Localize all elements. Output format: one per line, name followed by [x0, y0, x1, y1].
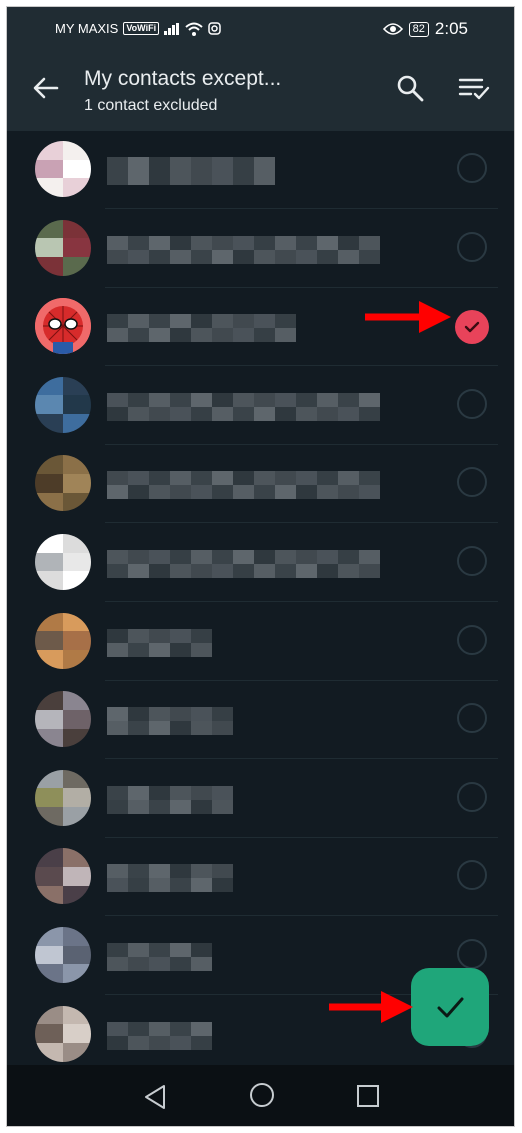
contact-name-pixelated	[107, 471, 380, 500]
select-all-icon[interactable]	[457, 73, 491, 103]
contact-avatar	[35, 612, 91, 669]
contact-row[interactable]	[7, 603, 514, 681]
battery-indicator: 82	[408, 21, 429, 37]
contact-checkbox[interactable]	[457, 153, 487, 183]
contact-avatar	[35, 1005, 91, 1062]
contact-checkbox[interactable]	[457, 860, 487, 891]
confirm-fab[interactable]	[411, 968, 489, 1046]
status-right: 82 2:05	[382, 19, 468, 39]
contact-checkbox[interactable]	[457, 231, 487, 262]
contact-name-pixelated	[107, 785, 233, 814]
annotation-arrow-fab	[329, 991, 413, 1023]
clock: 2:05	[434, 19, 468, 38]
contact-avatar	[35, 455, 91, 512]
wifi-icon	[185, 22, 203, 36]
contact-avatar	[35, 534, 91, 590]
contact-row[interactable]	[7, 210, 514, 288]
status-bar: MY MAXIS VoWiFi 82 2:05	[7, 7, 514, 51]
phone-screen: MY MAXIS VoWiFi 82 2:05 My contacts exce…	[6, 6, 515, 1127]
contact-avatar	[35, 691, 91, 748]
contact-name-pixelated	[107, 1021, 212, 1050]
instagram-icon	[208, 22, 221, 35]
contact-avatar	[35, 376, 91, 433]
contact-checkbox[interactable]	[457, 703, 487, 734]
spiderman-avatar-icon	[35, 298, 91, 355]
vowifi-badge: VoWiFi	[123, 22, 160, 35]
contact-avatar	[35, 769, 91, 826]
contact-row[interactable]	[7, 445, 514, 524]
page-title: My contacts except...	[84, 67, 282, 90]
contact-checkbox[interactable]	[457, 467, 487, 498]
contact-name-pixelated	[107, 864, 233, 893]
contact-name-pixelated	[107, 628, 212, 657]
contact-row[interactable]	[7, 681, 514, 760]
contact-checkbox[interactable]	[457, 939, 487, 969]
signal-icon	[164, 22, 180, 35]
contact-row[interactable]	[7, 760, 514, 838]
annotation-arrow-selected	[365, 301, 451, 333]
contact-name-pixelated	[107, 392, 380, 421]
nav-back-icon[interactable]	[140, 1082, 170, 1112]
check-icon	[464, 321, 480, 333]
contact-checkbox[interactable]	[457, 624, 487, 655]
contact-name-pixelated	[107, 707, 233, 736]
search-icon[interactable]	[395, 73, 425, 103]
contact-avatar	[35, 141, 91, 197]
contact-name-pixelated	[107, 235, 380, 264]
nav-home-icon[interactable]	[247, 1080, 277, 1110]
navigation-bar	[7, 1065, 514, 1126]
contact-avatar	[35, 848, 91, 905]
app-bar: My contacts except... 1 contact excluded	[7, 51, 514, 131]
contact-row[interactable]	[7, 131, 514, 209]
contact-name-pixelated	[107, 314, 296, 343]
contact-checkbox[interactable]	[457, 546, 487, 576]
contact-avatar	[35, 298, 91, 355]
contact-row[interactable]	[7, 838, 514, 917]
carrier-label: MY MAXIS	[55, 21, 119, 36]
nav-recents-icon[interactable]	[354, 1082, 382, 1110]
contact-avatar	[35, 927, 91, 983]
contact-name-pixelated	[107, 157, 275, 185]
contact-row[interactable]	[7, 524, 514, 602]
back-arrow-icon[interactable]	[29, 71, 63, 105]
eye-icon	[382, 23, 403, 35]
contact-checkbox[interactable]	[457, 781, 487, 812]
status-left: MY MAXIS VoWiFi	[55, 21, 221, 36]
contact-checkbox-checked[interactable]	[455, 310, 489, 345]
contact-name-pixelated	[107, 550, 380, 578]
page-subtitle: 1 contact excluded	[84, 97, 218, 114]
contact-checkbox[interactable]	[457, 388, 487, 419]
contact-row[interactable]	[7, 367, 514, 445]
checkmark-icon	[437, 997, 464, 1018]
contact-avatar	[35, 219, 91, 276]
contact-name-pixelated	[107, 943, 212, 971]
